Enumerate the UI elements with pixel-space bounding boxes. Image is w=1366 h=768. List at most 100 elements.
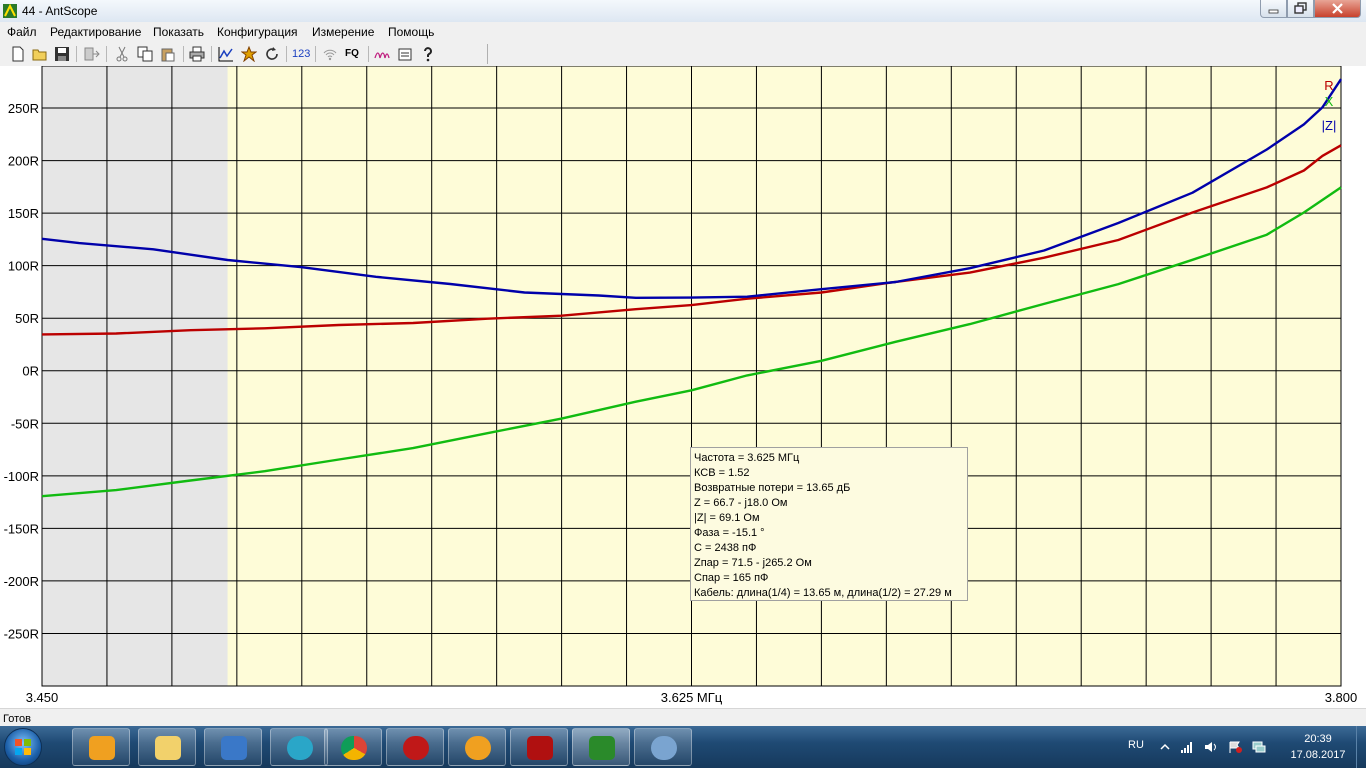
spectrum-icon[interactable] [374,46,390,62]
browser-icon [287,736,313,760]
restore-icon [1294,2,1307,14]
legend-entry: X [1325,94,1334,109]
help-icon[interactable] [420,46,436,62]
windows-logo-icon [15,739,31,755]
taskbar-media-player[interactable] [72,728,130,766]
toolbar-separator [315,46,316,62]
info-impedance-magnitude: |Z| = 69.1 Ом [694,512,760,524]
menu-file[interactable]: Файл [7,25,37,39]
minimize-button[interactable] [1260,0,1287,18]
y-tick-label: 250R [8,101,39,116]
impedance-chart[interactable]: 250R 200R 150R 100R 50R 0R -50R -100R -150R -200R… [0,66,1366,708]
antivirus-icon [221,736,247,760]
legend-entry: R [1324,78,1333,93]
close-button[interactable] [1314,0,1361,18]
y-tick-label: -200R [4,574,39,589]
open-icon[interactable] [32,46,48,62]
print-icon[interactable] [189,46,205,62]
menu-measurement[interactable]: Измерение [312,25,374,39]
taskbar-pdf[interactable] [510,728,568,766]
taskbar-antivirus[interactable] [204,728,262,766]
info-frequency: Частота = 3.625 МГц [694,452,800,464]
fq-button[interactable]: FQ [345,46,365,62]
taskbar: RU 20:39 17.08.2017 [0,726,1366,768]
info-impedance: Z = 66.7 - j18.0 Ом [694,497,788,509]
memo-icon[interactable] [397,46,413,62]
taskbar-mail[interactable] [448,728,506,766]
taskbar-paint[interactable] [634,728,692,766]
toolbar-separator [106,46,107,62]
menu-edit[interactable]: Редактирование [50,25,141,39]
info-phase: Фаза = -15.1 ° [694,527,765,539]
pdf-icon [527,736,553,760]
toolbar: 123 FQ [0,42,1366,67]
show-hidden-icons[interactable] [1158,741,1172,753]
network-icon[interactable] [1252,741,1266,753]
paste-icon[interactable] [160,46,176,62]
y-tick-label: -250R [4,626,39,641]
status-text: Готов [3,713,31,725]
flag-alert-icon[interactable] [1228,741,1242,753]
info-parallel-impedance: Zпар = 71.5 - j265.2 Ом [694,557,812,569]
mail-icon [465,736,491,760]
toolbar-separator [76,46,77,62]
show-desktop-button[interactable] [1356,726,1366,768]
toolbar-separator [368,46,369,62]
taskbar-recorder[interactable] [386,728,444,766]
toolbar-separator [286,46,287,62]
save-icon[interactable] [54,46,70,62]
menu-help[interactable]: Помощь [388,25,434,39]
graph-icon[interactable] [218,46,234,62]
chrome-icon [341,736,367,760]
signal-icon[interactable] [1180,741,1194,753]
info-return-loss: Возвратные потери = 13.65 дБ [694,482,851,494]
numeric-button[interactable]: 123 [292,46,312,62]
maximize-button[interactable] [1287,0,1314,18]
y-tick-label: 100R [8,259,39,274]
y-tick-label: -150R [4,521,39,536]
window-title: 44 - AntScope [22,4,98,18]
out-of-band-region [42,66,228,686]
file-explorer-icon [155,736,181,760]
x-tick-label: 3.450 [26,690,59,705]
refresh-icon[interactable] [264,46,280,62]
new-icon[interactable] [10,46,26,62]
media-player-icon [89,736,115,760]
y-tick-label: -100R [4,469,39,484]
clock-time[interactable]: 20:39 [1296,733,1340,745]
y-tick-label: 50R [15,311,39,326]
wireless-icon[interactable] [322,46,338,62]
info-capacitance: C = 2438 пФ [694,542,757,554]
volume-icon[interactable] [1204,741,1218,753]
y-tick-label: 200R [8,154,39,169]
clock-date[interactable]: 17.08.2017 [1284,749,1352,761]
x-tick-label: 3.625 МГц [661,690,723,705]
taskbar-file-explorer[interactable] [138,728,196,766]
start-button[interactable] [4,728,42,766]
language-indicator[interactable]: RU [1128,739,1144,751]
x-tick-label: 3.800 [1325,690,1358,705]
app-icon [3,4,17,18]
taskbar-chrome[interactable] [324,728,382,766]
export-icon[interactable] [84,46,100,62]
chart-area[interactable]: 250R 200R 150R 100R 50R 0R -50R -100R -150R -200R… [0,66,1366,708]
toolbar-separator [183,46,184,62]
title-bar: 44 - AntScope [0,0,1366,23]
paint-icon [651,736,677,760]
menu-bar: Файл Редактирование Показать Конфигураци… [0,22,1366,42]
close-icon [1332,3,1343,14]
y-tick-label: -50R [11,416,39,431]
marker-icon[interactable] [241,46,257,62]
taskbar-browser[interactable] [270,728,328,766]
recorder-icon [403,736,429,760]
taskbar-antscope[interactable] [572,728,630,766]
cut-icon[interactable] [114,46,130,62]
y-tick-label: 150R [8,206,39,221]
menu-view[interactable]: Показать [153,25,204,39]
status-bar: Готов [0,708,1366,727]
minimize-icon [1268,9,1279,14]
legend-entry: |Z| [1322,118,1337,133]
info-parallel-capacitance: Cпар = 165 пФ [694,572,769,584]
copy-icon[interactable] [137,46,153,62]
menu-configuration[interactable]: Конфигурация [217,25,298,39]
